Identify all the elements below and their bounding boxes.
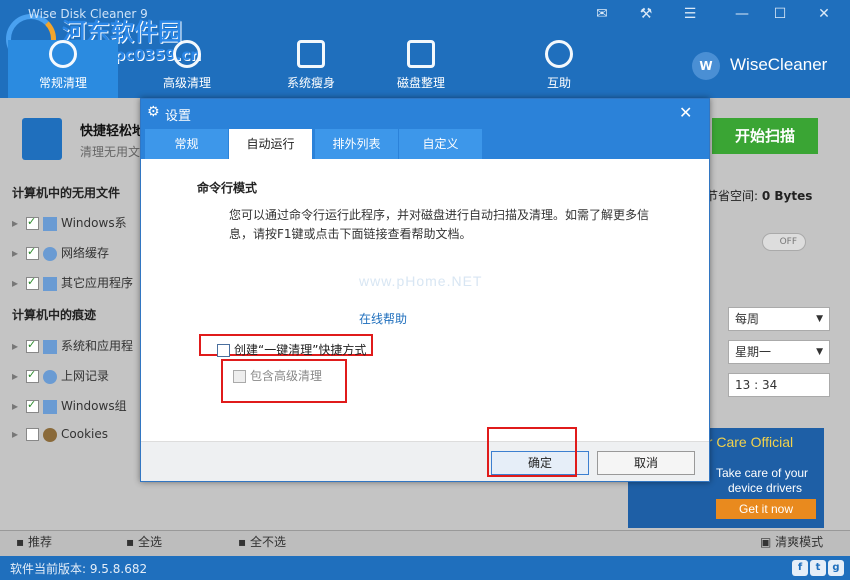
highlight-box [487, 427, 577, 477]
checkbox[interactable] [233, 370, 246, 383]
nav-tab-regular-clean[interactable]: 常规清理 [8, 40, 118, 98]
defrag-icon [407, 40, 435, 68]
wisecleaner-logo: W [692, 52, 720, 80]
list-item[interactable]: ▸上网记录 [12, 367, 109, 387]
section-junk-files: 计算机中的无用文件 [12, 186, 121, 200]
expand-arrow-icon[interactable]: ▸ [12, 427, 26, 441]
expand-arrow-icon[interactable]: ▸ [12, 399, 26, 413]
window-close-icon[interactable]: ✕ [814, 6, 834, 22]
advanced-clean-icon [173, 40, 201, 68]
gear-icon: ⚙ [147, 104, 160, 120]
tab-custom[interactable]: 自定义 [399, 129, 483, 159]
recommend-button[interactable]: ▪ 推荐 [16, 533, 52, 550]
description-text: 您可以通过命令行运行此程序，并对磁盘进行自动扫描及清理。如需了解更多信息，请按F… [229, 208, 650, 241]
checkbox[interactable] [26, 368, 39, 383]
quick-subtitle: 清理无用文 [80, 145, 141, 159]
dropdown-arrow-icon: ▼ [816, 347, 823, 357]
tab-exclusions[interactable]: 排外列表 [315, 129, 399, 159]
time-input[interactable]: 13 : 34 [728, 373, 830, 397]
twitter-icon[interactable]: t [810, 560, 826, 576]
settings-dialog: ⚙ 设置 ✕ 常规 自动运行 排外列表 自定义 命令行模式 您可以通过命令行运行… [140, 98, 710, 482]
trash-icon [22, 118, 62, 160]
auto-clean-toggle[interactable]: OFF [762, 233, 806, 251]
windows-icon [43, 399, 57, 414]
clean-mode-button[interactable]: ▣ 清爽模式 [760, 533, 823, 550]
nav-tab-defrag[interactable]: 磁盘整理 [366, 40, 476, 98]
windows-icon [43, 339, 57, 354]
broom-icon [49, 40, 77, 68]
app-icon [43, 276, 57, 291]
windows-icon [43, 216, 57, 231]
section-traces: 计算机中的痕迹 [12, 308, 97, 322]
cancel-button[interactable]: 取消 [597, 451, 695, 475]
dropdown-arrow-icon: ▼ [816, 314, 823, 324]
tools-icon[interactable]: ⚒ [636, 6, 656, 22]
select-none-button[interactable]: ▪ 全不选 [238, 533, 286, 550]
list-item[interactable]: ▸ Cookies [12, 427, 108, 447]
nav-tab-system-slim[interactable]: 系统瘦身 [256, 40, 366, 98]
cookie-icon [43, 427, 57, 442]
start-scan-button[interactable]: 开始扫描 [712, 118, 818, 154]
maximize-icon[interactable]: ☐ [770, 6, 790, 22]
watermark-text: www.pHome.NET [359, 273, 483, 289]
globe-icon [43, 369, 57, 384]
googleplus-icon[interactable]: g [828, 560, 844, 576]
list-item[interactable]: ▸Windows组 [12, 397, 127, 417]
gear-help-icon [545, 40, 573, 68]
section-title: 命令行模式 [197, 181, 258, 195]
checkbox[interactable] [26, 398, 39, 413]
dialog-tabs: 常规 自动运行 排外列表 自定义 [141, 129, 709, 159]
globe-icon [43, 246, 57, 261]
dialog-header [141, 99, 709, 129]
tab-autorun[interactable]: 自动运行 [229, 129, 313, 159]
select-all-button[interactable]: ▪ 全选 [126, 533, 162, 550]
day-select[interactable]: 星期一 ▼ [728, 340, 830, 364]
checkbox[interactable] [26, 338, 39, 353]
list-item[interactable]: ▸Windows系 [12, 214, 127, 234]
checkbox[interactable] [26, 275, 39, 290]
facebook-icon[interactable]: f [792, 560, 808, 576]
expand-arrow-icon[interactable]: ▸ [12, 369, 26, 383]
checkbox[interactable] [26, 428, 39, 441]
list-item[interactable]: ▸网络缓存 [12, 244, 109, 264]
dialog-title: 设置 [165, 109, 192, 124]
tab-general[interactable]: 常规 [145, 129, 229, 159]
menu-icon[interactable]: ☰ [680, 6, 700, 22]
checkbox[interactable] [26, 245, 39, 260]
expand-arrow-icon[interactable]: ▸ [12, 216, 26, 230]
online-help-link[interactable]: 在线帮助 [359, 310, 407, 327]
expand-arrow-icon[interactable]: ▸ [12, 246, 26, 260]
message-icon[interactable]: ✉ [592, 6, 612, 22]
quick-title: 快捷轻松地 [80, 124, 146, 139]
nav-tab-advanced-clean[interactable]: 高级清理 [132, 40, 242, 98]
advanced-clean-checkbox[interactable]: 包含高级清理 [233, 367, 322, 384]
ad-get-it-button[interactable]: Get it now [716, 499, 816, 519]
windows-icon [297, 40, 325, 68]
checkbox[interactable] [217, 344, 230, 357]
expand-arrow-icon[interactable]: ▸ [12, 276, 26, 290]
brand-name: WiseCleaner [730, 55, 828, 74]
expand-arrow-icon[interactable]: ▸ [12, 339, 26, 353]
frequency-select[interactable]: 每周 ▼ [728, 307, 830, 331]
ad-title: er Care Official [700, 434, 794, 450]
ad-text: device drivers [728, 481, 803, 495]
close-icon[interactable]: ✕ [679, 103, 692, 122]
version-text: 软件当前版本: 9.5.8.682 [10, 562, 148, 576]
space-saved: 节省空间: 0 Bytes [706, 189, 813, 203]
ad-text: Take care of your [716, 466, 809, 480]
minimize-icon[interactable]: — [732, 6, 752, 22]
shortcut-checkbox[interactable]: 创建“一键清理”快捷方式 [217, 341, 366, 358]
nav-tab-help[interactable]: 互助 [504, 40, 614, 98]
list-item[interactable]: ▸系统和应用程 [12, 337, 133, 357]
list-item[interactable]: ▸其它应用程序 [12, 274, 133, 294]
checkbox[interactable] [26, 215, 39, 230]
